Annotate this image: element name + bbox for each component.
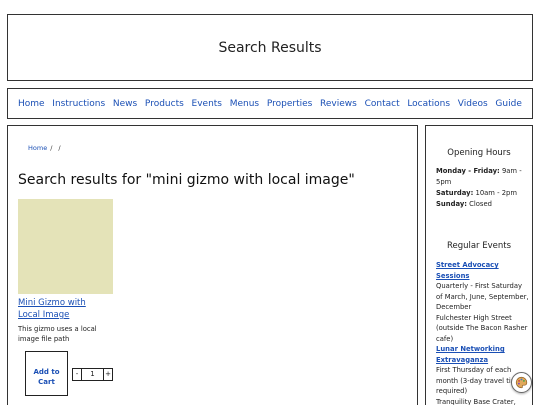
hours-row: Monday - Friday: 9am - 5pm bbox=[436, 166, 528, 188]
nav-item-menus[interactable]: Menus bbox=[230, 99, 259, 109]
palette-icon[interactable] bbox=[511, 372, 532, 393]
palette-icon-graphic bbox=[515, 376, 528, 389]
main-nav: Home Instructions News Products Events M… bbox=[7, 88, 533, 119]
search-results-heading: Search results for "mini gizmo with loca… bbox=[18, 172, 355, 188]
hours-days: Sunday: bbox=[436, 200, 467, 208]
nav-item-news[interactable]: News bbox=[113, 99, 137, 109]
nav-item-reviews[interactable]: Reviews bbox=[320, 99, 357, 109]
hours-days: Saturday: bbox=[436, 189, 474, 197]
nav-item-products[interactable]: Products bbox=[145, 99, 184, 109]
quantity-field[interactable]: 1 bbox=[82, 368, 103, 381]
hours-row: Sunday: Closed bbox=[436, 199, 528, 210]
nav-item-locations[interactable]: Locations bbox=[407, 99, 450, 109]
hours-time: 10am - 2pm bbox=[473, 189, 517, 197]
event-location: Tranquility Base Crater, The Moon bbox=[436, 397, 516, 405]
increment-button[interactable]: + bbox=[103, 368, 113, 381]
breadcrumb-home[interactable]: Home bbox=[28, 144, 47, 152]
breadcrumb: Home / / bbox=[28, 144, 64, 152]
breadcrumb-separator: / bbox=[58, 144, 61, 152]
page-title: Search Results bbox=[218, 39, 322, 56]
sidebar: Opening Hours Monday - Friday: 9am - 5pm… bbox=[425, 125, 533, 405]
quantity-stepper: - 1 + bbox=[72, 368, 113, 381]
nav-item-home[interactable]: Home bbox=[18, 99, 45, 109]
breadcrumb-separator: / bbox=[50, 144, 53, 152]
product-image[interactable] bbox=[18, 199, 113, 294]
nav-item-properties[interactable]: Properties bbox=[267, 99, 312, 109]
nav-item-videos[interactable]: Videos bbox=[458, 99, 488, 109]
nav-item-contact[interactable]: Contact bbox=[365, 99, 400, 109]
event-location: Fulchester High Street (outside The Baco… bbox=[436, 313, 528, 343]
add-to-cart-button[interactable]: Add to Cart bbox=[25, 351, 68, 396]
event-link[interactable]: Lunar Networking Extravaganza bbox=[436, 345, 505, 364]
product-description: This gizmo uses a local image file path bbox=[18, 325, 97, 343]
decrement-button[interactable]: - bbox=[72, 368, 82, 381]
event-schedule: Quarterly - First Saturday of March, Jun… bbox=[436, 282, 529, 311]
nav-item-events[interactable]: Events bbox=[192, 99, 222, 109]
opening-hours-list: Monday - Friday: 9am - 5pm Saturday: 10a… bbox=[436, 166, 528, 210]
event-item: Street Advocacy Sessions Quarterly - Fir… bbox=[436, 260, 530, 344]
main-content: Home / / Search results for "mini gizmo wi… bbox=[7, 125, 418, 405]
regular-events-heading: Regular Events bbox=[446, 241, 512, 251]
hours-time: Closed bbox=[466, 200, 492, 208]
hours-row: Saturday: 10am - 2pm bbox=[436, 188, 528, 199]
opening-hours-heading: Opening Hours bbox=[447, 148, 511, 158]
product-name-link[interactable]: Mini Gizmo with Local Image bbox=[18, 297, 98, 321]
event-link[interactable]: Street Advocacy Sessions bbox=[436, 261, 499, 280]
hours-days: Monday - Friday: bbox=[436, 167, 500, 175]
nav-item-instructions[interactable]: Instructions bbox=[52, 99, 105, 109]
nav-item-guide[interactable]: Guide bbox=[495, 99, 521, 109]
site-header: Search Results bbox=[7, 14, 533, 81]
